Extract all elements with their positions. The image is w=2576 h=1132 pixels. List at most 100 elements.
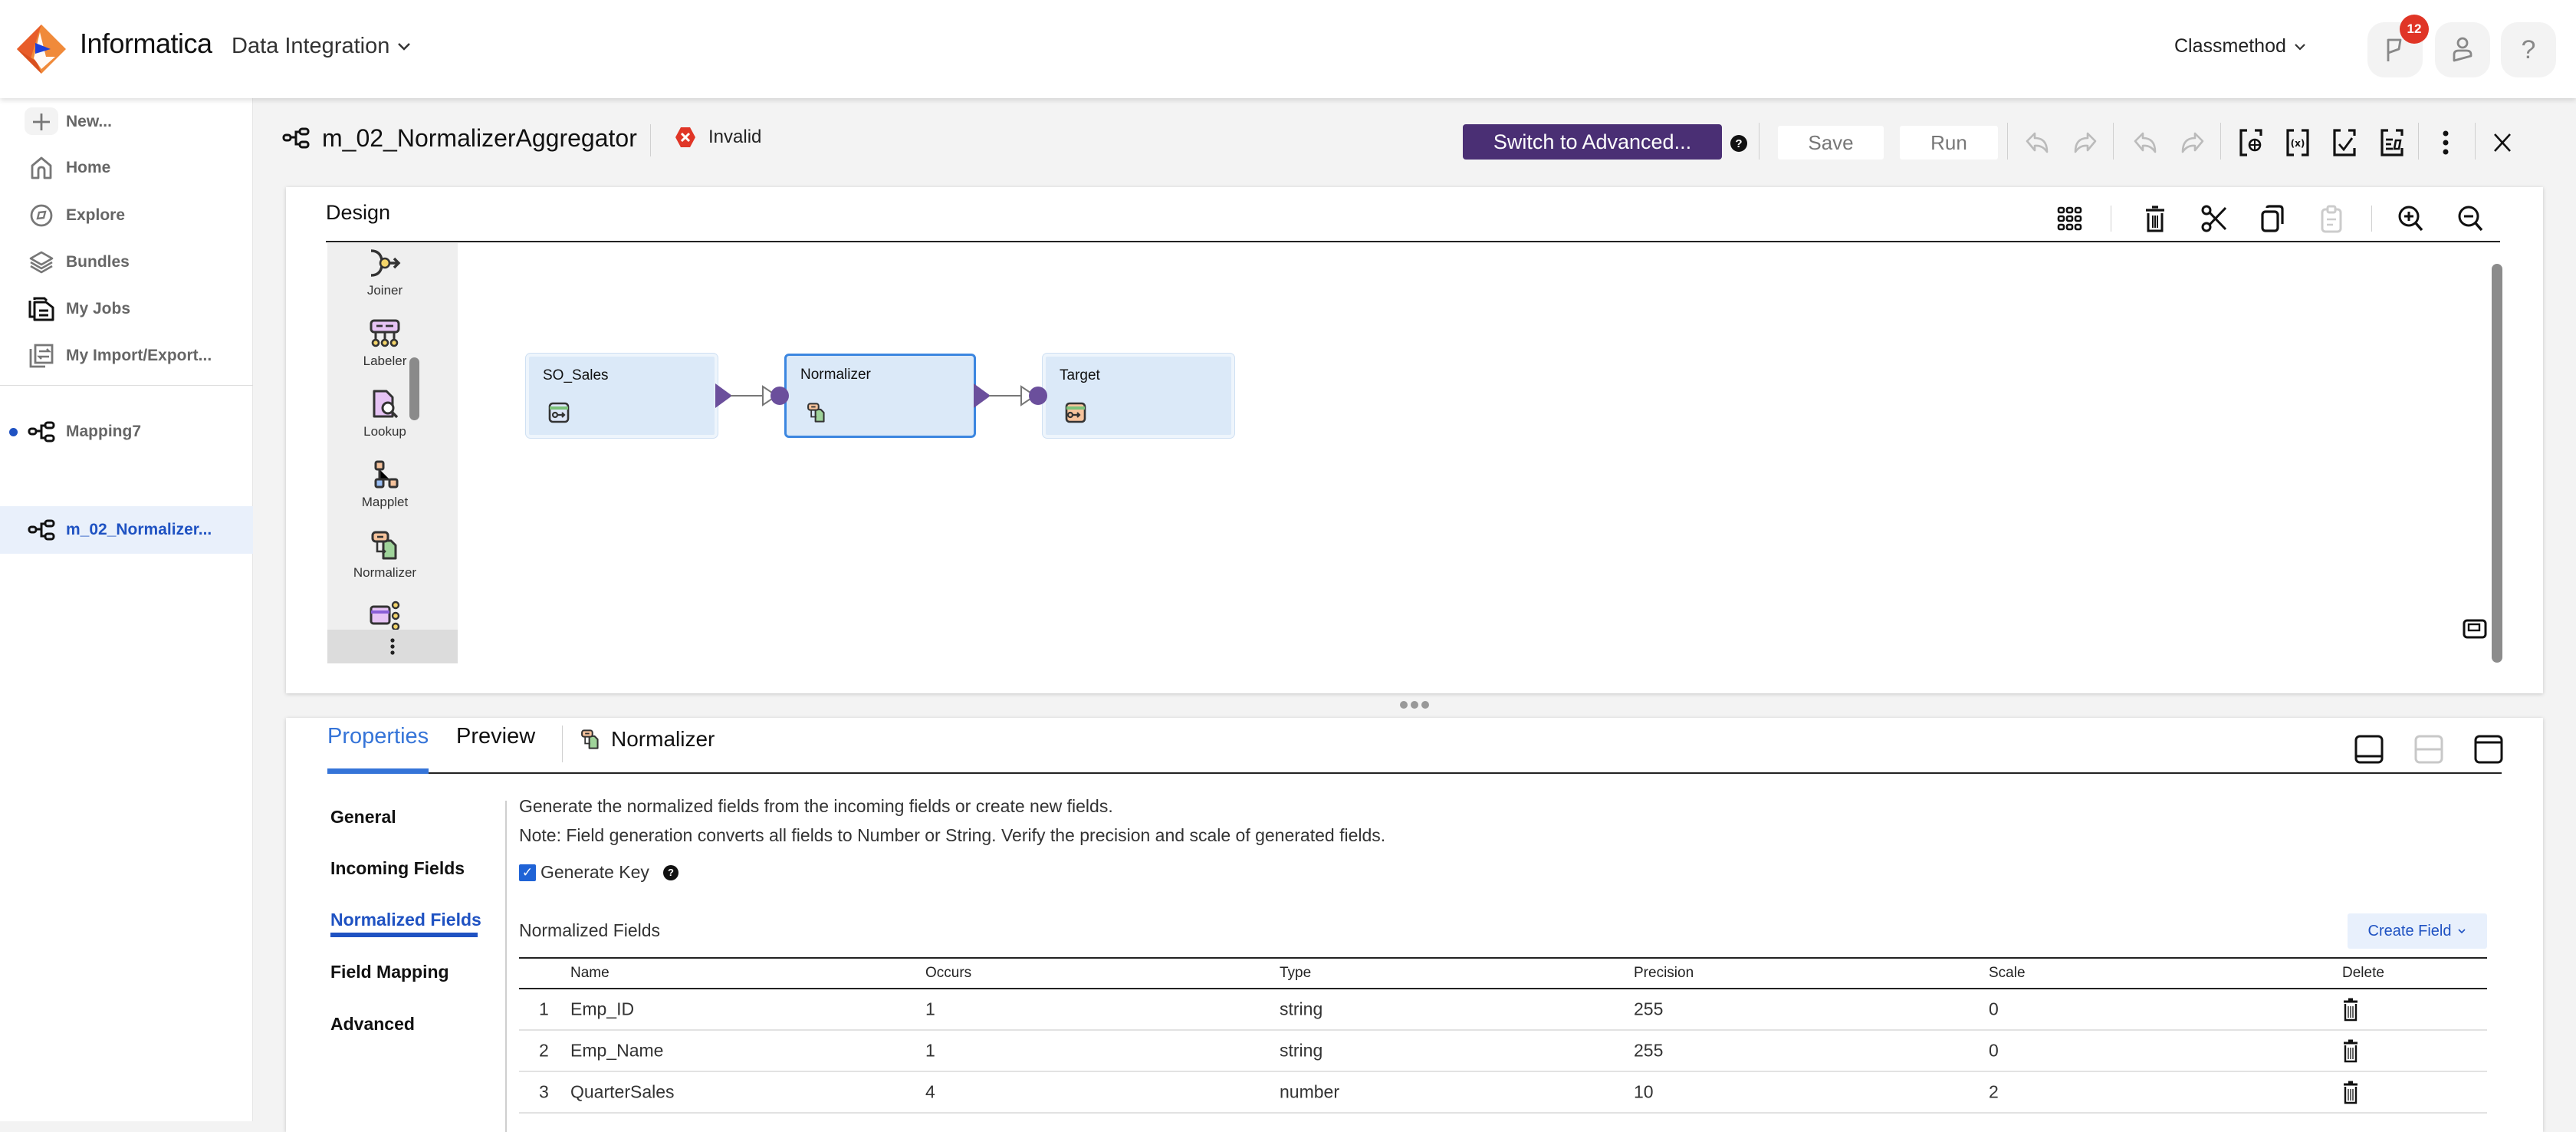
palette-item-labeler[interactable]: Labeler bbox=[327, 318, 442, 389]
org-switcher[interactable]: Classmethod bbox=[2174, 35, 2306, 58]
panel-resize-handle[interactable] bbox=[286, 693, 2543, 716]
side-menu-incoming-fields[interactable]: Incoming Fields bbox=[330, 858, 465, 879]
redo-selection-icon[interactable] bbox=[2176, 126, 2210, 160]
field-precision[interactable]: 255 bbox=[1634, 1041, 1663, 1061]
validate-icon[interactable] bbox=[2328, 126, 2361, 160]
field-precision[interactable]: 10 bbox=[1634, 1082, 1654, 1103]
field-scale[interactable]: 0 bbox=[1989, 1041, 1999, 1061]
help-button[interactable]: ? bbox=[2501, 22, 2556, 77]
arrange-all-icon[interactable] bbox=[2051, 199, 2089, 238]
palette-scrollbar[interactable] bbox=[409, 357, 419, 420]
palette-item-mapplet[interactable]: Mapplet bbox=[327, 459, 442, 530]
node-so-sales[interactable]: SO_Sales bbox=[526, 354, 718, 438]
router-icon bbox=[370, 601, 400, 631]
column-header-occurs: Occurs bbox=[925, 965, 972, 981]
field-occurs[interactable]: 1 bbox=[925, 1041, 935, 1061]
redo-icon[interactable] bbox=[2068, 126, 2102, 160]
notifications-button[interactable]: 12 bbox=[2367, 15, 2429, 77]
zoom-in-icon[interactable] bbox=[2391, 199, 2430, 238]
table-row[interactable]: 2 Emp_Name 1 string 255 0 bbox=[519, 1031, 2487, 1072]
side-menu-field-mapping[interactable]: Field Mapping bbox=[330, 962, 449, 982]
close-icon[interactable] bbox=[2486, 126, 2519, 160]
layout-split-icon[interactable] bbox=[2413, 733, 2445, 765]
switch-to-advanced-button[interactable]: Switch to Advanced... bbox=[1463, 124, 1722, 160]
canvas-scrollbar[interactable] bbox=[2492, 264, 2502, 663]
run-button[interactable]: Run bbox=[1900, 126, 1998, 160]
variables-icon[interactable]: (x) bbox=[2281, 126, 2315, 160]
field-occurs[interactable]: 1 bbox=[925, 999, 935, 1020]
field-scale[interactable]: 0 bbox=[1989, 999, 1999, 1020]
field-type[interactable]: number bbox=[1280, 1082, 1339, 1103]
undo-icon[interactable] bbox=[2020, 126, 2054, 160]
more-options-icon[interactable] bbox=[2429, 126, 2463, 160]
field-precision[interactable]: 255 bbox=[1634, 999, 1663, 1020]
nav-item-my-jobs[interactable]: My Jobs bbox=[0, 285, 253, 333]
table-header: Name Occurs Type Precision Scale Delete bbox=[519, 957, 2487, 989]
undo-selection-icon[interactable] bbox=[2128, 126, 2162, 160]
paste-icon[interactable] bbox=[2312, 199, 2351, 238]
palette-more-button[interactable] bbox=[327, 630, 458, 663]
zoom-out-icon[interactable] bbox=[2451, 199, 2489, 238]
nav-item-label: My Jobs bbox=[66, 300, 131, 318]
link-normalizer-to-target[interactable] bbox=[974, 379, 1047, 413]
side-menu-general[interactable]: General bbox=[330, 807, 396, 828]
trash-icon[interactable] bbox=[2342, 1080, 2359, 1104]
user-profile-button[interactable] bbox=[2435, 22, 2490, 77]
field-name[interactable]: Emp_Name bbox=[570, 1041, 663, 1061]
palette-item-joiner[interactable]: Joiner bbox=[327, 248, 442, 318]
parameters-icon[interactable] bbox=[2234, 126, 2268, 160]
save-button[interactable]: Save bbox=[1778, 126, 1884, 160]
trash-icon[interactable] bbox=[2342, 997, 2359, 1022]
table-row[interactable]: 3 QuarterSales 4 number 10 2 bbox=[519, 1072, 2487, 1114]
generate-key-checkbox[interactable]: ✓ bbox=[519, 864, 536, 881]
open-asset-m-02-normalizer[interactable]: m_02_Normalizer... bbox=[0, 506, 253, 554]
mapping-title-bar: m_02_NormalizerAggregator Invalid Switch… bbox=[253, 98, 2576, 183]
org-name: Classmethod bbox=[2174, 35, 2286, 57]
tab-preview[interactable]: Preview bbox=[456, 724, 535, 749]
nav-item-label: Bundles bbox=[66, 253, 130, 271]
field-name[interactable]: Emp_ID bbox=[570, 999, 634, 1020]
help-icon[interactable]: ? bbox=[662, 864, 678, 880]
palette-item-lookup[interactable]: Lookup bbox=[327, 389, 442, 459]
copy-icon[interactable] bbox=[2253, 199, 2292, 238]
field-type[interactable]: string bbox=[1280, 999, 1322, 1020]
sequence-icon[interactable] bbox=[2375, 126, 2409, 160]
app-switcher[interactable]: Data Integration bbox=[232, 34, 411, 59]
field-occurs[interactable]: 4 bbox=[925, 1082, 935, 1103]
tab-properties[interactable]: Properties bbox=[327, 724, 429, 749]
nav-item-new[interactable]: New... bbox=[0, 98, 253, 146]
link-so-sales-to-normalizer[interactable] bbox=[715, 379, 789, 413]
palette-label: Lookup bbox=[363, 424, 406, 439]
nav-item-home[interactable]: Home bbox=[0, 144, 253, 192]
nav-item-explore[interactable]: Explore bbox=[0, 192, 253, 239]
home-icon bbox=[28, 154, 55, 182]
layout-top-icon[interactable] bbox=[2472, 733, 2505, 765]
field-name[interactable]: QuarterSales bbox=[570, 1082, 675, 1103]
compass-icon bbox=[28, 202, 55, 229]
node-target[interactable]: Target bbox=[1043, 354, 1234, 438]
delete-icon[interactable] bbox=[2136, 199, 2174, 238]
nav-item-bundles[interactable]: Bundles bbox=[0, 239, 253, 286]
normalizer-icon bbox=[581, 729, 599, 749]
field-type[interactable]: string bbox=[1280, 1041, 1322, 1061]
properties-panel: Properties Preview Normalizer General In… bbox=[286, 718, 2543, 1132]
divider bbox=[2418, 123, 2419, 160]
create-field-button[interactable]: Create Field bbox=[2348, 913, 2487, 949]
validation-status[interactable]: Invalid bbox=[675, 126, 761, 149]
field-scale[interactable]: 2 bbox=[1989, 1082, 1999, 1103]
joiner-icon bbox=[370, 249, 401, 277]
trash-icon[interactable] bbox=[2342, 1038, 2359, 1063]
cut-icon[interactable] bbox=[2195, 199, 2233, 238]
column-header-type: Type bbox=[1280, 965, 1312, 981]
open-asset-mapping7[interactable]: Mapping7 bbox=[0, 408, 253, 456]
table-row[interactable]: 1 Emp_ID 1 string 255 0 bbox=[519, 989, 2487, 1031]
overview-icon[interactable] bbox=[2462, 618, 2489, 640]
side-menu-advanced[interactable]: Advanced bbox=[330, 1014, 415, 1035]
layout-bottom-icon[interactable] bbox=[2353, 733, 2385, 765]
palette-item-partial[interactable] bbox=[327, 601, 442, 631]
palette-item-normalizer[interactable]: Normalizer bbox=[327, 530, 442, 601]
side-menu-normalized-fields[interactable]: Normalized Fields bbox=[330, 910, 481, 930]
node-normalizer[interactable]: Normalizer bbox=[784, 354, 976, 438]
help-icon[interactable]: ? bbox=[1730, 135, 1747, 152]
nav-item-import-export[interactable]: My Import/Export... bbox=[0, 332, 253, 380]
